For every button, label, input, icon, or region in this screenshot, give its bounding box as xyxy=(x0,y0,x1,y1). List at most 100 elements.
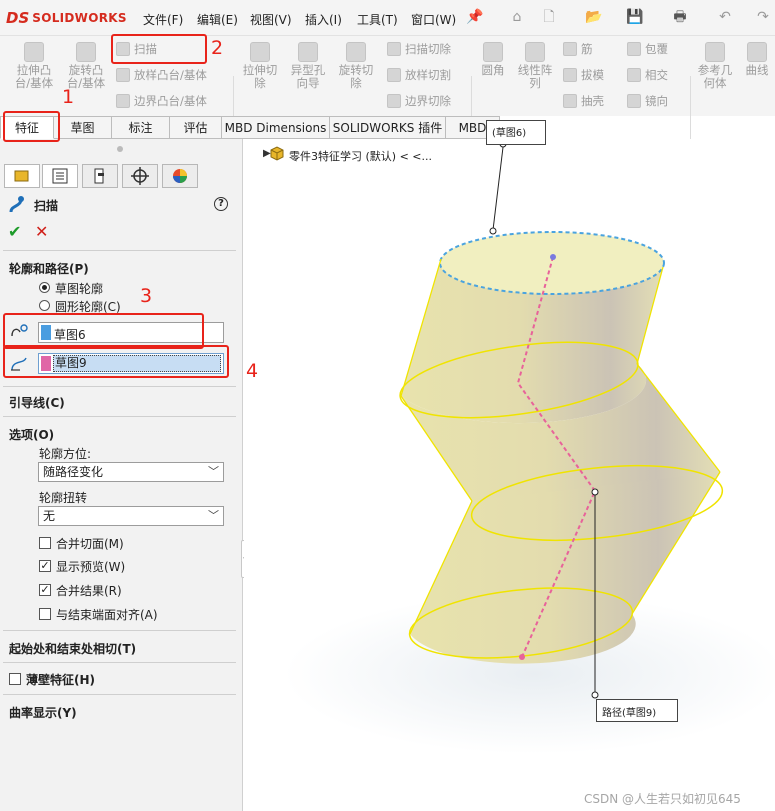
radio-circular-profile[interactable] xyxy=(39,300,50,311)
profile-twist-value: 无 xyxy=(43,509,56,523)
home-icon[interactable]: ⌂ xyxy=(508,8,526,26)
annotation-box-path xyxy=(3,345,229,378)
divider xyxy=(3,694,236,695)
mirror-icon xyxy=(627,94,641,108)
print-icon[interactable]: 🖶 xyxy=(671,8,689,26)
tab-configuration-manager[interactable] xyxy=(82,164,118,188)
tab-feature-manager[interactable] xyxy=(4,164,40,188)
solidworks-logo: DS SOLIDWORKS xyxy=(6,9,127,27)
wrap-icon xyxy=(627,42,641,56)
loft-boss-button[interactable]: 放样凸台/基体 xyxy=(116,67,207,83)
tab-markup[interactable]: 标注 xyxy=(112,116,170,139)
extrude-cut-icon xyxy=(250,42,270,62)
undo-icon[interactable]: ↶ xyxy=(716,8,734,26)
menu-window[interactable]: 窗口(W) xyxy=(411,11,456,28)
rib-button[interactable]: 筋 xyxy=(563,41,593,57)
hole-wizard-button[interactable]: 异型孔 向导 xyxy=(285,42,331,90)
section-options-header[interactable]: 选项(O) xyxy=(9,426,54,443)
panel-grip[interactable] xyxy=(117,146,123,152)
tab-display-manager[interactable] xyxy=(162,164,198,188)
boundary-cut-icon xyxy=(387,94,401,108)
pin-icon[interactable]: 📌 xyxy=(466,8,484,26)
extrude-boss-button[interactable]: 拉伸凸 台/基体 xyxy=(8,42,60,90)
open-folder-icon[interactable]: 📂 xyxy=(585,8,603,26)
tab-sketch[interactable]: 草图 xyxy=(54,116,112,139)
fillet-button[interactable]: 圆角 xyxy=(475,42,511,77)
path-callout[interactable]: 路径(草图9) xyxy=(596,699,678,722)
tab-solidworks-addins[interactable]: SOLIDWORKS 插件 xyxy=(330,116,446,139)
rib-icon xyxy=(563,42,577,56)
menu-insert[interactable]: 插入(I) xyxy=(305,11,342,28)
checkbox-merge-result[interactable]: ✓ xyxy=(39,584,51,596)
annotation-box-features-tab xyxy=(3,111,60,142)
shell-button[interactable]: 抽壳 xyxy=(563,93,604,109)
divider xyxy=(3,250,236,251)
feature-title: 扫描 xyxy=(34,199,59,213)
divider xyxy=(3,630,236,631)
annotation-number-2: 2 xyxy=(211,37,224,59)
checkbox-align-end-faces[interactable] xyxy=(39,608,51,620)
help-icon[interactable]: ? xyxy=(214,197,228,211)
lofted-cut-icon xyxy=(387,68,401,82)
section-profile-path-header[interactable]: 轮廓和路径(P) xyxy=(9,260,89,277)
revolve-cut-button[interactable]: 旋转切除 xyxy=(333,42,379,90)
dropdown-arrow-icon: ﹀ xyxy=(208,509,219,522)
align-end-faces-label: 与结束端面对齐(A) xyxy=(56,608,158,622)
section-start-end-tangency-header[interactable]: 起始处和结束处相切(T) xyxy=(9,640,136,657)
menu-bar: DS SOLIDWORKS 文件(F) 编辑(E) 视图(V) 插入(I) 工具… xyxy=(0,0,775,36)
radio-sketch-profile[interactable] xyxy=(39,282,50,293)
profile-twist-select[interactable]: 无 ﹀ xyxy=(38,506,224,526)
lofted-cut-button[interactable]: 放样切割 xyxy=(387,67,451,83)
feature-tree-icon xyxy=(14,170,29,182)
checkbox-merge-tangent-faces[interactable] xyxy=(39,537,51,549)
show-preview-label: 显示预览(W) xyxy=(56,560,126,574)
new-document-icon[interactable]: 🗋 xyxy=(540,8,558,26)
swept-cut-button[interactable]: 扫描切除 xyxy=(387,41,451,57)
checkbox-thin-feature[interactable] xyxy=(9,673,21,685)
boundary-boss-button[interactable]: 边界凸台/基体 xyxy=(116,93,207,109)
linear-pattern-icon xyxy=(525,42,545,62)
mirror-button[interactable]: 镜向 xyxy=(627,93,668,109)
tab-evaluate[interactable]: 评估 xyxy=(170,116,222,139)
extrude-cut-button[interactable]: 拉伸切除 xyxy=(237,42,283,90)
section-thin-feature-header[interactable]: 薄壁特征(H) xyxy=(26,671,95,688)
cancel-x-icon[interactable]: ✕ xyxy=(35,222,48,241)
reference-geometry-button[interactable]: 参考几 何体 xyxy=(694,42,736,90)
annotation-number-1: 1 xyxy=(62,86,75,108)
section-guide-curves-header[interactable]: 引导线(C) xyxy=(9,394,65,411)
wrap-button[interactable]: 包覆 xyxy=(627,41,668,57)
profile-callout[interactable]: (草图6) xyxy=(486,120,546,145)
menu-view[interactable]: 视图(V) xyxy=(250,11,292,28)
boundary-cut-button[interactable]: 边界切除 xyxy=(387,93,451,109)
boundary-boss-icon xyxy=(116,94,130,108)
annotation-box-sweep xyxy=(111,34,207,64)
redo-icon[interactable]: ↷ xyxy=(754,8,772,26)
configuration-icon xyxy=(94,168,104,184)
ok-check-icon[interactable]: ✔ xyxy=(8,222,21,241)
extrude-boss-icon xyxy=(24,42,44,62)
linear-pattern-button[interactable]: 线性阵列 xyxy=(513,42,557,90)
merge-tangent-faces-label: 合并切面(M) xyxy=(56,537,124,551)
tab-property-manager[interactable] xyxy=(42,164,78,188)
intersect-button[interactable]: 相交 xyxy=(627,67,668,83)
checkbox-show-preview[interactable]: ✓ xyxy=(39,560,51,572)
solidworks-wordmark: SOLIDWORKS xyxy=(32,11,127,25)
tab-dimxpert-manager[interactable] xyxy=(122,164,158,188)
revolve-boss-button[interactable]: 旋转凸 台/基体 xyxy=(60,42,112,90)
menu-edit[interactable]: 编辑(E) xyxy=(197,11,238,28)
menu-tools[interactable]: 工具(T) xyxy=(357,11,398,28)
radio-sketch-profile-label: 草图轮廓 xyxy=(55,282,104,296)
divider xyxy=(3,662,236,663)
reference-geometry-icon xyxy=(705,42,725,62)
profile-orientation-value: 随路径变化 xyxy=(43,465,104,479)
curves-button[interactable]: 曲线 xyxy=(740,42,774,77)
profile-orientation-select[interactable]: 随路径变化 ﹀ xyxy=(38,462,224,482)
hole-wizard-icon xyxy=(298,42,318,62)
tab-mbd-dimensions[interactable]: MBD Dimensions xyxy=(222,116,330,139)
section-curvature-display-header[interactable]: 曲率显示(Y) xyxy=(9,704,77,721)
draft-button[interactable]: 拔模 xyxy=(563,67,604,83)
save-icon[interactable]: 💾 xyxy=(626,8,644,26)
property-manager-icon xyxy=(52,168,68,184)
menu-file[interactable]: 文件(F) xyxy=(143,11,183,28)
loft-icon xyxy=(116,68,130,82)
